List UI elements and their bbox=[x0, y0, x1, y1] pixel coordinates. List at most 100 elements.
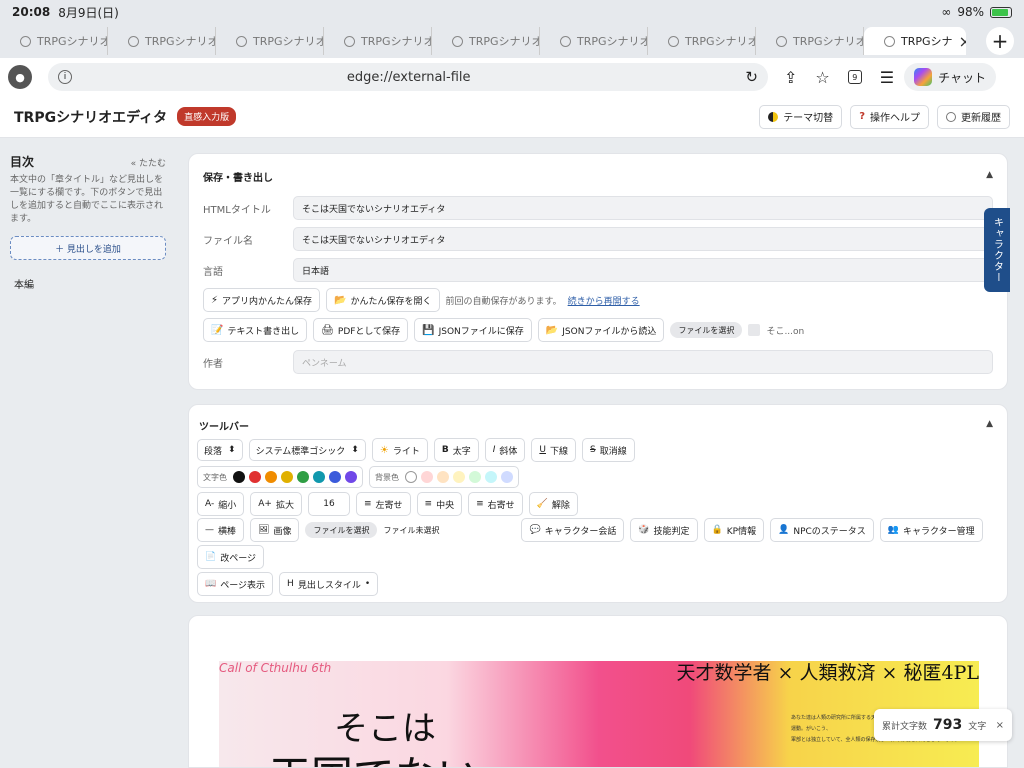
pdf-save-button[interactable]: 🖨 PDFとして保存 bbox=[313, 318, 409, 342]
bg-color-swatch[interactable] bbox=[501, 471, 513, 483]
shrink-button[interactable]: A- 縮小 bbox=[197, 492, 245, 516]
text-color-swatch[interactable] bbox=[345, 471, 357, 483]
font-size-field[interactable]: 16 bbox=[307, 492, 350, 516]
info-icon[interactable]: i bbox=[58, 70, 72, 84]
reload-icon[interactable]: ↻ bbox=[745, 68, 758, 86]
tab-count-icon[interactable]: 9 bbox=[847, 70, 862, 84]
collapse-triangle-icon[interactable]: ▲ bbox=[986, 170, 993, 180]
align-center-button[interactable]: ≡ 中央 bbox=[416, 492, 463, 516]
strike-button[interactable]: S 取消線 bbox=[582, 438, 635, 462]
text-color-swatch[interactable] bbox=[329, 471, 341, 483]
text-export-button[interactable]: 📝 テキスト書き出し bbox=[203, 318, 308, 342]
tab-label: TRPGシナリオ bbox=[685, 35, 756, 48]
add-heading-button[interactable]: ＋ 見出しを追加 bbox=[10, 236, 166, 261]
file-select-button[interactable]: ファイルを選択 bbox=[670, 322, 743, 338]
skill-check-button[interactable]: 🎲 技能判定 bbox=[630, 518, 698, 542]
browser-tab[interactable]: TRPGシナリオ bbox=[108, 27, 216, 55]
underline-button[interactable]: U 下線 bbox=[531, 438, 576, 462]
quick-open-button[interactable]: 📂 かんたん保存を開く bbox=[326, 288, 440, 312]
font-select[interactable]: システム標準ゴシック ⬍ bbox=[248, 439, 366, 461]
align-right-button[interactable]: ≡ 右寄せ bbox=[468, 492, 523, 516]
json-load-button[interactable]: 📂 JSONファイルから読込 bbox=[537, 318, 665, 342]
bold-button[interactable]: B 太字 bbox=[433, 438, 479, 462]
theme-toggle-button[interactable]: テーマ切替 bbox=[759, 104, 843, 129]
bg-color-swatch[interactable] bbox=[485, 471, 497, 483]
browser-tab[interactable]: TRPGシナ × bbox=[864, 27, 966, 55]
quick-save-button[interactable]: ⚡ アプリ内かんたん保存 bbox=[203, 288, 321, 312]
toc-item[interactable]: 本編 bbox=[10, 276, 166, 291]
browser-tab[interactable]: TRPGシナリオ bbox=[432, 27, 540, 55]
text-color-swatch[interactable] bbox=[265, 471, 277, 483]
author-input[interactable]: ペンネーム bbox=[293, 350, 993, 374]
npc-status-button[interactable]: 👤 NPCのステータス bbox=[770, 518, 874, 542]
cover-subtitle: Call of Cthulhu 6th bbox=[219, 661, 332, 675]
browser-tab[interactable]: TRPGシナリオ bbox=[540, 27, 648, 55]
character-side-tab[interactable]: キャラクター bbox=[984, 208, 1010, 292]
enlarge-button[interactable]: A+ 拡大 bbox=[250, 492, 302, 516]
selected-file-name: そこ...on bbox=[766, 326, 805, 337]
bg-color-swatch[interactable] bbox=[469, 471, 481, 483]
character-manage-button[interactable]: 👥 キャラクター管理 bbox=[879, 518, 983, 542]
horizontal-rule-button[interactable]: — 横棒 bbox=[197, 518, 245, 542]
strike-icon: S bbox=[590, 445, 596, 455]
align-left-button[interactable]: ≡ 左寄せ bbox=[355, 492, 411, 516]
favorite-star-icon[interactable]: ☆ bbox=[815, 68, 829, 87]
kp-info-button[interactable]: 🔒 KP情報 bbox=[703, 518, 765, 542]
browser-tab[interactable]: TRPGシナリオ bbox=[0, 27, 108, 55]
image-file-select-button[interactable]: ファイルを選択 bbox=[305, 522, 378, 538]
page-view-button[interactable]: 📖 ページ表示 bbox=[197, 572, 274, 596]
browser-tab[interactable]: TRPGシナリオ bbox=[648, 27, 756, 55]
author-label: 作者 bbox=[203, 358, 223, 370]
bg-color-swatch[interactable] bbox=[453, 471, 465, 483]
text-color-swatch[interactable] bbox=[281, 471, 293, 483]
resume-link[interactable]: 続きから再開する bbox=[568, 294, 640, 307]
text-color-swatch[interactable] bbox=[313, 471, 325, 483]
text-color-swatch[interactable] bbox=[249, 471, 261, 483]
book-icon: 📖 bbox=[205, 579, 217, 589]
image-button[interactable]: 🖼 画像 bbox=[250, 518, 300, 542]
light-button[interactable]: ☀ ライト bbox=[371, 438, 428, 462]
globe-icon bbox=[236, 35, 247, 47]
profile-avatar[interactable]: ● bbox=[8, 65, 32, 89]
globe-icon bbox=[884, 35, 895, 47]
character-talk-button[interactable]: 💬 キャラクター会話 bbox=[521, 518, 625, 542]
question-icon: ? bbox=[859, 111, 865, 122]
browser-tab[interactable]: TRPGシナリオ bbox=[756, 27, 864, 55]
url-field[interactable]: i edge://external-file ↻ bbox=[48, 63, 768, 91]
updown-icon: ⬍ bbox=[228, 445, 236, 455]
history-button[interactable]: 更新履歴 bbox=[937, 104, 1010, 129]
filename-input[interactable]: そこは天国でないシナリオエディタ bbox=[293, 227, 993, 251]
text-color-swatch[interactable] bbox=[297, 471, 309, 483]
address-bar: ● i edge://external-file ↻ ⇪ ☆ 9 ☰ チャット bbox=[0, 58, 1024, 96]
file-checkbox[interactable] bbox=[748, 324, 761, 336]
clear-format-button[interactable]: 🧹 解除 bbox=[528, 492, 578, 516]
json-save-button[interactable]: 💾 JSONファイルに保存 bbox=[414, 318, 532, 342]
bg-color-swatch[interactable] bbox=[437, 471, 449, 483]
collapse-sidebar-button[interactable]: « たたむ bbox=[131, 156, 166, 169]
language-label: 言語 bbox=[203, 266, 223, 278]
html-title-row: HTMLタイトル そこは天国でないシナリオエディタ bbox=[203, 196, 993, 220]
page-break-button[interactable]: 📄 改ページ bbox=[197, 545, 265, 569]
paragraph-select[interactable]: 段落 ⬍ bbox=[197, 439, 243, 461]
menu-icon[interactable]: ☰ bbox=[880, 68, 894, 87]
browser-tab[interactable]: TRPGシナリオ bbox=[324, 27, 432, 55]
autosave-note: 前回の自動保存があります。 bbox=[445, 296, 562, 307]
close-tab-icon[interactable]: × bbox=[959, 32, 966, 51]
help-button[interactable]: ? 操作ヘルプ bbox=[850, 104, 929, 129]
heading-style-button[interactable]: H 見出しスタイル • bbox=[279, 572, 379, 596]
text-color-swatch[interactable] bbox=[233, 471, 245, 483]
bg-color-swatch[interactable] bbox=[421, 471, 433, 483]
new-tab-button[interactable]: + bbox=[986, 27, 1014, 55]
close-counter-icon[interactable]: × bbox=[996, 720, 1004, 731]
url-text[interactable]: edge://external-file bbox=[72, 70, 745, 85]
collapse-triangle-icon[interactable]: ▲ bbox=[986, 419, 993, 429]
language-select[interactable]: 日本語 bbox=[293, 258, 993, 282]
editor-area[interactable]: Call of Cthulhu 6th 天才数学者 × 人類救済 × 秘匿4PL… bbox=[188, 615, 1008, 768]
a-minus-icon: A- bbox=[205, 499, 215, 509]
share-icon[interactable]: ⇪ bbox=[784, 68, 797, 87]
bg-color-swatch[interactable] bbox=[405, 471, 417, 483]
copilot-chat-button[interactable]: チャット bbox=[904, 63, 996, 91]
browser-tab[interactable]: TRPGシナリオ bbox=[216, 27, 324, 55]
html-title-input[interactable]: そこは天国でないシナリオエディタ bbox=[293, 196, 993, 220]
italic-button[interactable]: I 斜体 bbox=[484, 438, 526, 462]
